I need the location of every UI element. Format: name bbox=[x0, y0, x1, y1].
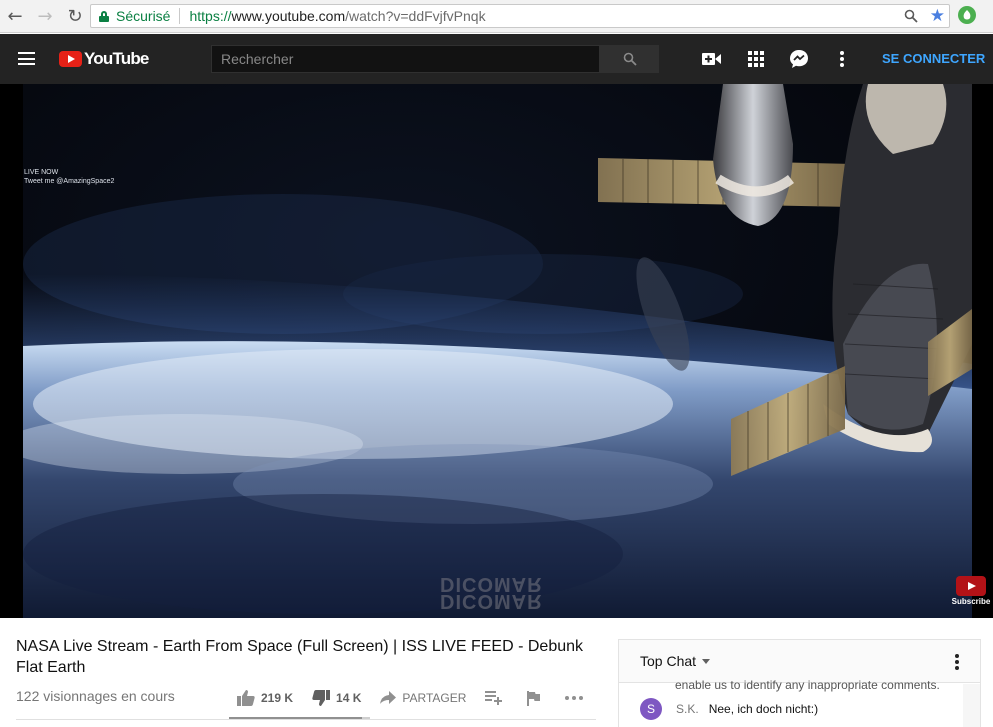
extension-icon[interactable] bbox=[958, 6, 976, 24]
create-video-icon[interactable] bbox=[702, 49, 722, 69]
info-divider bbox=[16, 719, 596, 720]
chat-message-text: Nee, ich doch nicht:) bbox=[708, 702, 819, 716]
chat-scrollbar[interactable] bbox=[963, 684, 980, 727]
forward-arrow-icon[interactable]: → bbox=[30, 0, 60, 33]
address-bar[interactable]: Sécurisé https://www.youtube.com/watch?v… bbox=[90, 4, 950, 28]
logo-wordmark: YouTube bbox=[84, 49, 149, 68]
chat-message: S S.K. Nee, ich doch nicht:) bbox=[640, 698, 818, 720]
report-button[interactable] bbox=[527, 690, 546, 706]
url-scheme: https:// bbox=[189, 8, 232, 24]
like-count: 219 K bbox=[261, 691, 294, 705]
playlist-add-icon bbox=[485, 691, 503, 705]
bookmark-star-icon[interactable]: ★ bbox=[930, 7, 945, 25]
thumb-down-icon bbox=[312, 690, 331, 706]
video-watermark: DICOMAR DICOMAR bbox=[440, 573, 543, 612]
add-to-playlist-button[interactable] bbox=[485, 691, 508, 705]
chat-mode-selector[interactable]: Top Chat bbox=[640, 653, 696, 669]
search-box bbox=[211, 45, 659, 73]
more-vert-icon[interactable] bbox=[832, 49, 852, 69]
avatar[interactable]: S bbox=[640, 698, 662, 720]
watermark-line-2: DICOMAR bbox=[440, 590, 543, 612]
overlay-caption: LIVE NOW Tweet me @AmazingSpace2 bbox=[24, 168, 114, 186]
more-actions-button[interactable] bbox=[565, 696, 589, 700]
chat-header: Top Chat bbox=[619, 640, 980, 683]
chevron-down-icon[interactable] bbox=[702, 658, 711, 664]
more-horiz-icon bbox=[565, 696, 584, 700]
youtube-header: YouTube SE CONNECTER bbox=[0, 34, 993, 84]
youtube-logo[interactable]: YouTube bbox=[59, 49, 149, 69]
dislike-count: 14 K bbox=[336, 691, 362, 705]
share-button[interactable]: PARTAGER bbox=[380, 691, 466, 705]
dislike-button[interactable]: 14 K bbox=[312, 690, 361, 706]
video-frame bbox=[23, 84, 972, 618]
zoom-icon[interactable] bbox=[902, 7, 920, 25]
omnibox-divider bbox=[179, 8, 181, 24]
url-host: www.youtube.com bbox=[231, 8, 346, 24]
lock-icon bbox=[99, 10, 109, 22]
video-actions: 219 K 14 K PARTAGER bbox=[237, 688, 608, 708]
back-arrow-icon[interactable]: ← bbox=[0, 0, 30, 33]
video-title: NASA Live Stream - Earth From Space (Ful… bbox=[16, 638, 584, 676]
reload-icon[interactable]: ↻ bbox=[60, 0, 90, 33]
share-label: PARTAGER bbox=[402, 691, 467, 705]
secure-label: Sécurisé bbox=[116, 8, 171, 24]
sign-in-button[interactable]: SE CONNECTER bbox=[882, 51, 985, 66]
menu-icon[interactable] bbox=[18, 52, 35, 65]
subscribe-watermark-button[interactable]: Subscribe bbox=[951, 576, 991, 608]
overlay-line-2: Tweet me @AmazingSpace2 bbox=[24, 178, 115, 185]
messages-icon[interactable] bbox=[789, 49, 809, 69]
video-player[interactable]: LIVE NOW Tweet me @AmazingSpace2 bbox=[0, 84, 993, 618]
thumb-up-icon bbox=[237, 690, 255, 706]
subscribe-play-icon bbox=[956, 576, 986, 596]
flag-icon bbox=[527, 690, 541, 706]
share-arrow-icon bbox=[380, 691, 397, 705]
overlay-line-1: LIVE NOW bbox=[24, 169, 59, 176]
chat-author[interactable]: S.K. bbox=[676, 702, 699, 716]
search-input[interactable] bbox=[211, 45, 600, 73]
live-chat-panel: Top Chat enable us to identify any inapp… bbox=[618, 639, 981, 727]
browser-toolbar: ← → ↻ Sécurisé https://www.youtube.com/w… bbox=[0, 0, 993, 33]
chat-more-icon[interactable] bbox=[955, 654, 959, 670]
youtube-play-logo-icon bbox=[59, 51, 82, 67]
chat-notice-text: enable us to identify any inappropriate … bbox=[675, 678, 940, 692]
live-viewer-count: 122 visionnages en cours bbox=[16, 688, 175, 704]
apps-grid-icon[interactable] bbox=[746, 49, 766, 69]
search-button[interactable] bbox=[600, 45, 659, 73]
url-path: /watch?v=ddFvjfvPnqk bbox=[345, 8, 486, 24]
subscribe-label: Subscribe bbox=[951, 597, 991, 606]
search-icon bbox=[623, 52, 637, 66]
like-button[interactable]: 219 K bbox=[237, 690, 293, 706]
